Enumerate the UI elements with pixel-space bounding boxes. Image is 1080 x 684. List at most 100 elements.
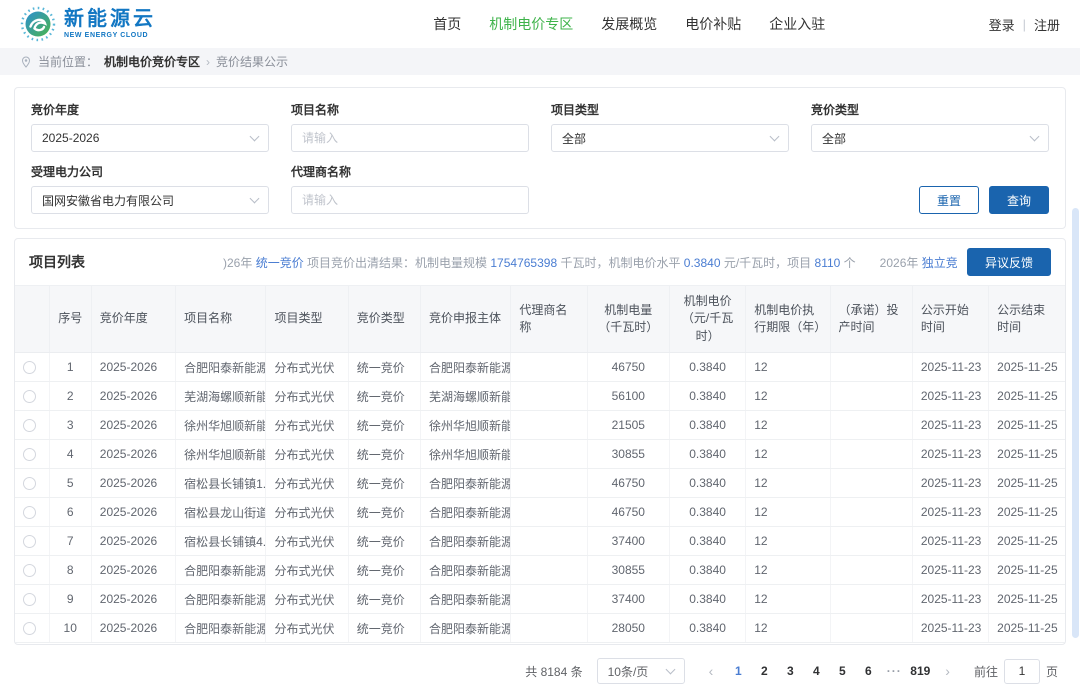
cell-select [15, 498, 49, 527]
cell-index: 5 [49, 469, 91, 498]
filter-select[interactable]: 国网安徽省电力有限公司 [31, 186, 269, 214]
cell-end: 2025-11-25 [989, 498, 1065, 527]
cell-energy: 37400 [587, 527, 669, 556]
cell-energy: 30855 [587, 440, 669, 469]
page-ellipsis: ··· [883, 664, 905, 678]
row-radio[interactable] [23, 622, 36, 635]
filter-field-4: 竞价类型全部 [811, 96, 1049, 152]
column-header: 公示开始时间 [912, 286, 988, 353]
auth-links: 登录 | 注册 [989, 15, 1060, 34]
row-radio[interactable] [23, 419, 36, 432]
filter-label: 项目名称 [291, 101, 529, 118]
page-button-4[interactable]: 4 [805, 664, 827, 678]
filter-select[interactable]: 全部 [811, 124, 1049, 152]
prev-page-button[interactable]: ‹ [703, 664, 720, 678]
column-header: 竞价年度 [91, 286, 175, 353]
main-nav: 首页 机制电价专区 发展概览 电价补贴 企业入驻 [270, 14, 989, 34]
chevron-down-icon [250, 132, 260, 142]
table-row: 62025-2026宿松县龙山街道...分布式光伏统一竞价合肥阳泰新能源...4… [15, 498, 1065, 527]
filter-select[interactable]: 全部 [551, 124, 789, 152]
cell-start: 2025-11-23 [912, 353, 988, 382]
row-radio[interactable] [23, 390, 36, 403]
nav-item-1[interactable]: 首页 [433, 14, 461, 34]
page-button-819[interactable]: 819 [909, 664, 931, 678]
cell-term: 12 [746, 411, 830, 440]
cell-ptype: 分布式光伏 [266, 382, 348, 411]
filter-select[interactable]: 2025-2026 [31, 124, 269, 152]
jump-page-input[interactable] [1004, 659, 1040, 684]
register-link[interactable]: 注册 [1034, 15, 1060, 34]
login-link[interactable]: 登录 [989, 15, 1015, 34]
reset-button[interactable]: 重置 [919, 186, 979, 214]
cell-index: 2 [49, 382, 91, 411]
cell-price: 0.3840 [669, 614, 745, 643]
column-header: 项目名称 [176, 286, 266, 353]
cell-commitment [830, 527, 912, 556]
row-radio[interactable] [23, 506, 36, 519]
row-radio[interactable] [23, 448, 36, 461]
cell-index: 3 [49, 411, 91, 440]
page-button-2[interactable]: 2 [753, 664, 775, 678]
cell-subject: 合肥阳泰新能源... [421, 498, 511, 527]
feedback-button[interactable]: 异议反馈 [967, 248, 1051, 276]
filter-input[interactable] [291, 124, 529, 152]
cell-project: 合肥阳泰新能源... [176, 614, 266, 643]
cell-year: 2025-2026 [91, 585, 175, 614]
cell-btype: 统一竞价 [348, 556, 420, 585]
nav-item-5[interactable]: 企业入驻 [769, 14, 825, 34]
cell-year: 2025-2026 [91, 556, 175, 585]
announcement-segment: 项目竞价出清结果：机制电量规模 [304, 256, 491, 270]
cell-ptype: 分布式光伏 [266, 411, 348, 440]
filter-field-3: 项目类型全部 [551, 96, 789, 152]
row-radio[interactable] [23, 593, 36, 606]
cell-ptype: 分布式光伏 [266, 469, 348, 498]
nav-item-3[interactable]: 发展概览 [601, 14, 657, 34]
cell-commitment [830, 353, 912, 382]
cell-year: 2025-2026 [91, 614, 175, 643]
column-header: 竞价申报主体 [421, 286, 511, 353]
cell-term: 12 [746, 498, 830, 527]
cell-project: 徐州华旭顺新能... [176, 440, 266, 469]
row-radio[interactable] [23, 564, 36, 577]
filter-input[interactable] [291, 186, 529, 214]
row-radio[interactable] [23, 477, 36, 490]
announcement-segment: 2026年 [856, 256, 922, 270]
filter-field-1: 竞价年度2025-2026 [31, 96, 269, 152]
cell-agent [511, 382, 587, 411]
filter-select-value: 全部 [562, 130, 586, 147]
search-button[interactable]: 查询 [989, 186, 1049, 214]
cell-agent [511, 353, 587, 382]
cell-commitment [830, 556, 912, 585]
cell-btype: 统一竞价 [348, 440, 420, 469]
cell-select [15, 585, 49, 614]
cell-term: 12 [746, 440, 830, 469]
row-radio[interactable] [23, 361, 36, 374]
filter-panel: 竞价年度2025-2026项目名称项目类型全部竞价类型全部受理电力公司国网安徽省… [14, 87, 1066, 229]
next-page-button[interactable]: › [939, 664, 956, 678]
brand[interactable]: 新能源云 NEW ENERGY CLOUD [20, 6, 270, 42]
cell-select [15, 440, 49, 469]
nav-item-2[interactable]: 机制电价专区 [489, 14, 573, 34]
page-button-6[interactable]: 6 [857, 664, 879, 678]
cell-ptype: 分布式光伏 [266, 527, 348, 556]
cell-end: 2025-11-25 [989, 585, 1065, 614]
nav-item-4[interactable]: 电价补贴 [685, 14, 741, 34]
cell-energy: 28050 [587, 614, 669, 643]
cell-price: 0.3840 [669, 527, 745, 556]
page-button-1[interactable]: 1 [727, 664, 749, 678]
cell-end: 2025-11-25 [989, 527, 1065, 556]
filter-label: 代理商名称 [291, 163, 529, 180]
row-radio[interactable] [23, 535, 36, 548]
cell-start: 2025-11-23 [912, 411, 988, 440]
breadcrumb-section[interactable]: 机制电价竞价专区 [104, 53, 200, 70]
cell-project: 宿松县长铺镇4... [176, 527, 266, 556]
page-size-select[interactable]: 10条/页 [597, 658, 685, 684]
table-row: 72025-2026宿松县长铺镇4...分布式光伏统一竞价合肥阳泰新能源...3… [15, 527, 1065, 556]
page-button-5[interactable]: 5 [831, 664, 853, 678]
cell-year: 2025-2026 [91, 411, 175, 440]
page-button-3[interactable]: 3 [779, 664, 801, 678]
cell-agent [511, 440, 587, 469]
cell-agent [511, 614, 587, 643]
scrollbar-thumb[interactable] [1072, 208, 1079, 638]
column-header: 序号 [49, 286, 91, 353]
